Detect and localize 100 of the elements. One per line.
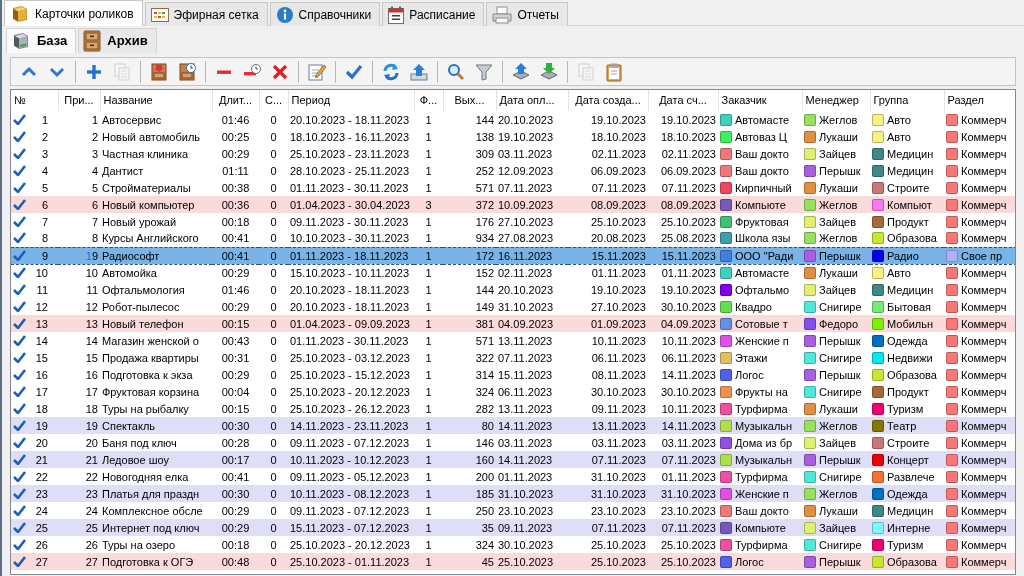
column-header[interactable]: Менеджер: [802, 90, 870, 111]
row-number: 5: [40, 180, 48, 195]
table-cell: 10.11.2023: [648, 332, 718, 349]
customer-name: Сотовые т: [735, 317, 788, 330]
table-cell: 13.11.2023: [496, 400, 568, 417]
group-name: Авто: [887, 113, 911, 126]
table-cell: 01.11.2023: [648, 264, 718, 281]
manager-name: Снигире: [819, 538, 862, 551]
table-row[interactable]: 21 21 Ледовое шоу 00:17 0 10.11.2023 - 10.12.2023 1 160 14.11.2023 07.11.2023 07.11.2023 Музыкальн Перышк Концерт Коммерч: [11, 451, 1015, 468]
table-cell: 13.11.2023: [496, 332, 568, 349]
table-cell: 00:29: [212, 264, 259, 281]
drawer-clock-icon[interactable]: [177, 61, 197, 82]
table-row[interactable]: 24 24 Комплексное обсле 00:29 0 09.11.2023 - 07.12.2023 1 250 23.10.2023 23.10.2023 23.10.2023 Ваш докто Лукаши Медицин Коммерч: [11, 502, 1015, 519]
table-row[interactable]: 5 5 Стройматериалы 00:38 0 01.11.2023 - 30.11.2023 1 571 07.11.2023 07.11.2023 07.11.2023 Кирпичный Лукаши Строите Коммерч: [11, 179, 1015, 196]
table-row[interactable]: 1 1 Автосервис 01:46 0 20.10.2023 - 18.11.2023 1 144 20.10.2023 19.10.2023 19.10.2023 Автомасте Жеглов Авто Коммерч: [11, 111, 1015, 128]
customer-name: Логос: [735, 368, 764, 381]
table-cell: 250: [443, 502, 496, 519]
table-row[interactable]: 3 3 Частная клиника 00:29 0 25.10.2023 - 23.11.2023 1 309 03.11.2023 02.11.2023 02.11.2023 Ваш докто Зайцев Медицин Коммерч: [11, 145, 1015, 162]
column-header[interactable]: Заказчик: [718, 90, 802, 111]
tab[interactable]: Расписание: [382, 2, 485, 26]
table-cell: 0: [259, 400, 288, 417]
table-row[interactable]: 9 19 Радиософт 00:41 0 01.11.2023 - 18.11.2023 1 172 16.11.2023 15.11.2023 15.11.2023 ООО "Ради Перышк Радио Свое пр: [11, 247, 1015, 264]
table-cell: 1: [414, 502, 443, 519]
column-header[interactable]: Ф...: [414, 90, 443, 111]
table-cell-text: 06.11.2023: [590, 350, 647, 366]
tab[interactable]: Эфирная сетка: [144, 2, 268, 26]
table-row[interactable]: 7 7 Новый урожай 00:18 0 09.11.2023 - 30.11.2023 1 176 27.10.2023 25.10.2023 25.10.2023 Фруктовая Зайцев Продукт Коммерч: [11, 213, 1015, 230]
table-cell: 22: [58, 468, 100, 485]
download-tray-icon[interactable]: [539, 61, 559, 82]
column-header[interactable]: Дата сч...: [648, 90, 718, 111]
tab[interactable]: Справочники: [269, 2, 381, 26]
manager-name: Зайцев: [819, 283, 857, 296]
column-header[interactable]: Группа: [870, 90, 944, 111]
edit-icon[interactable]: [307, 61, 327, 82]
row-number: 26: [34, 537, 48, 552]
table-cell: 10.11.2023 - 10.12.2023: [288, 451, 414, 468]
tab[interactable]: Архив: [78, 28, 157, 53]
table-row[interactable]: 15 15 Продажа квартиры 00:31 0 25.10.2023 - 03.12.2023 1 322 07.11.2023 06.11.2023 06.11.2023 Этажи Снигире Недвижи Коммерч: [11, 349, 1015, 366]
table-row[interactable]: 4 4 Дантист 01:11 0 28.10.2023 - 25.11.2023 1 252 12.09.2023 06.09.2023 06.09.2023 Ваш докто Перышк Медицин Коммерч: [11, 162, 1015, 179]
group-name: Авто: [887, 130, 911, 143]
table-row[interactable]: 19 19 Спектакль 00:30 0 14.11.2023 - 23.11.2023 1 80 14.11.2023 13.11.2023 14.11.2023 Музыкальн Жеглов Театр Коммерч: [11, 417, 1015, 434]
clipboard-icon[interactable]: [604, 61, 624, 82]
table-row[interactable]: 11 11 Офтальмология 01:46 0 20.10.2023 - 18.11.2023 1 144 20.10.2023 19.10.2023 19.10.2023 Офтальмо Зайцев Медицин Коммерч: [11, 281, 1015, 298]
drawer-icon[interactable]: [149, 61, 169, 82]
table-row[interactable]: 26 26 Туры на озеро 00:18 0 25.10.2023 - 20.12.2023 1 324 30.10.2023 25.10.2023 25.10.2023 Турфирма Снигире Туризм Коммерч: [11, 536, 1015, 553]
table-cell: 09.11.2023: [568, 400, 648, 417]
table-cell: 25.10.2023 - 20.12.2023: [288, 536, 414, 553]
upload-tray-icon[interactable]: [511, 61, 531, 82]
table-row[interactable]: 16 16 Подготовка к экза 00:29 0 25.10.2023 - 15.12.2023 1 314 15.11.2023 08.11.2023 14.11.2023 Логос Перышк Образова Коммерч: [11, 366, 1015, 383]
table-cell: 00:18: [212, 213, 259, 230]
table-row[interactable]: 8 8 Курсы Английского 00:41 0 10.10.2023 - 30.11.2023 1 934 27.08.2023 20.08.2023 25.08.2023 Школа язы Жеглов Образова Коммерч: [11, 230, 1015, 247]
table-row[interactable]: 14 14 Магазин женской о 00:43 0 01.11.2023 - 30.11.2023 1 571 13.11.2023 10.11.2023 10.11.2023 Женские п Перышк Одежда Коммерч: [11, 332, 1015, 349]
column-header[interactable]: Вых...: [443, 90, 496, 111]
section-name: Коммерч: [961, 419, 1007, 432]
column-header[interactable]: Длит...: [212, 90, 259, 111]
table-row[interactable]: 22 22 Новогодняя елка 00:41 0 09.11.2023 - 05.12.2023 1 200 01.11.2023 31.10.2023 01.11.2023 Турфирма Снигире Развлече Коммерч: [11, 468, 1015, 485]
table-cell: 18: [58, 400, 100, 417]
table-row[interactable]: 17 17 Фруктовая корзина 00:04 0 25.10.2023 - 20.12.2023 1 324 06.11.2023 30.10.2023 30.10.2023 Фрукты на Снигире Продукт Коммерч: [11, 383, 1015, 400]
filter-icon[interactable]: [474, 61, 494, 82]
table-cell-text: 19.10.2023: [589, 282, 647, 298]
table-cell: 00:38: [212, 179, 259, 196]
column-header[interactable]: Название: [100, 90, 212, 111]
refresh-icon[interactable]: [381, 61, 401, 82]
tab[interactable]: База: [6, 28, 77, 53]
table-row[interactable]: 23 23 Платья для праздн 00:30 0 10.11.2023 - 08.12.2023 1 185 31.10.2023 31.10.2023 31.10.2023 Женские п Жеглов Одежда Коммерч: [11, 485, 1015, 502]
table-row[interactable]: 18 18 Туры на рыбалку 00:15 0 25.10.2023 - 26.12.2023 1 282 13.11.2023 09.11.2023 10.11.2023 Турфирма Лукаши Туризм Коммерч: [11, 400, 1015, 417]
tab[interactable]: Отчеты: [486, 2, 568, 26]
table-row[interactable]: 12 12 Робот-пылесос 00:29 0 20.10.2023 - 18.11.2023 1 149 31.10.2023 27.10.2023 30.10.2023 Квадро Снигире Бытовая Коммерч: [11, 298, 1015, 315]
table-cell-text: 0: [269, 146, 278, 162]
search-icon[interactable]: [446, 61, 466, 82]
table-row[interactable]: 27 27 Подготовка к ОГЭ 00:48 0 25.10.2023 - 01.11.2023 1 45 25.10.2023 25.10.2023 25.10.2023 Логос Перышк Образова Коммерч: [11, 553, 1015, 570]
table-cell: 10.10.2023 - 30.11.2023: [288, 230, 414, 247]
table-cell: 3: [414, 196, 443, 213]
table-row[interactable]: 2 2 Новый автомобиль 00:25 0 18.10.2023 - 16.11.2023 1 138 19.10.2023 18.10.2023 18.10.2023 Автоваз Ц Лукаши Авто Коммерч: [11, 128, 1015, 145]
column-header[interactable]: Дата опл...: [496, 90, 568, 111]
table-cell: 0: [259, 247, 288, 264]
table-cell: 13: [58, 315, 100, 332]
table-cell: 00:17: [212, 451, 259, 468]
table-row[interactable]: 10 10 Автомойка 00:29 0 15.10.2023 - 10.11.2023 1 152 02.11.2023 01.11.2023 01.11.2023 Автомасте Лукаши Авто Коммерч: [11, 264, 1015, 281]
upload-icon[interactable]: [409, 61, 429, 82]
table-cell: 25.10.2023: [496, 553, 568, 570]
table-cell-text: 18.10.2023 - 16.11.2023: [289, 129, 411, 145]
table-cell: 00:36: [212, 196, 259, 213]
table-cell-text: 28.10.2023 - 25.11.2023: [289, 163, 411, 179]
column-header[interactable]: При...: [58, 90, 100, 111]
table-row[interactable]: 6 6 Новый компьютер 00:36 0 01.04.2023 - 30.04.2023 3 372 10.09.2023 08.09.2023 08.09.2023 Компьюте Жеглов Компьют Коммерч: [11, 196, 1015, 213]
tab[interactable]: Карточки роликов: [4, 0, 143, 26]
table-cell: 381: [443, 315, 496, 332]
table-row[interactable]: 13 13 Новый телефон 00:15 0 01.04.2023 - 09.09.2023 1 381 04.09.2023 01.09.2023 04.09.2023 Сотовые т Федоро Мобильн Коммерч: [11, 315, 1015, 332]
table-cell: 8: [58, 230, 100, 247]
section-name: Коммерч: [961, 521, 1007, 534]
table-cell-text: 00:29: [220, 146, 251, 162]
table-cell: 31.10.2023: [568, 468, 648, 485]
column-header[interactable]: Дата созда...: [568, 90, 648, 111]
column-header[interactable]: Период: [288, 90, 414, 111]
table-cell: 00:29: [212, 298, 259, 315]
column-header[interactable]: С...: [259, 90, 288, 111]
row-number: 22: [34, 469, 48, 484]
table-row[interactable]: 25 25 Интернет под ключ 00:29 0 15.11.2023 - 07.12.2023 1 35 09.11.2023 07.11.2023 07.11.2023 Компьюте Зайцев Интерне Коммерч: [11, 519, 1015, 536]
table-row[interactable]: 20 20 Баня под ключ 00:28 0 09.11.2023 - 07.12.2023 1 146 03.11.2023 03.11.2023 03.11.2023 Дома из бр Зайцев Строите Коммерч: [11, 434, 1015, 451]
